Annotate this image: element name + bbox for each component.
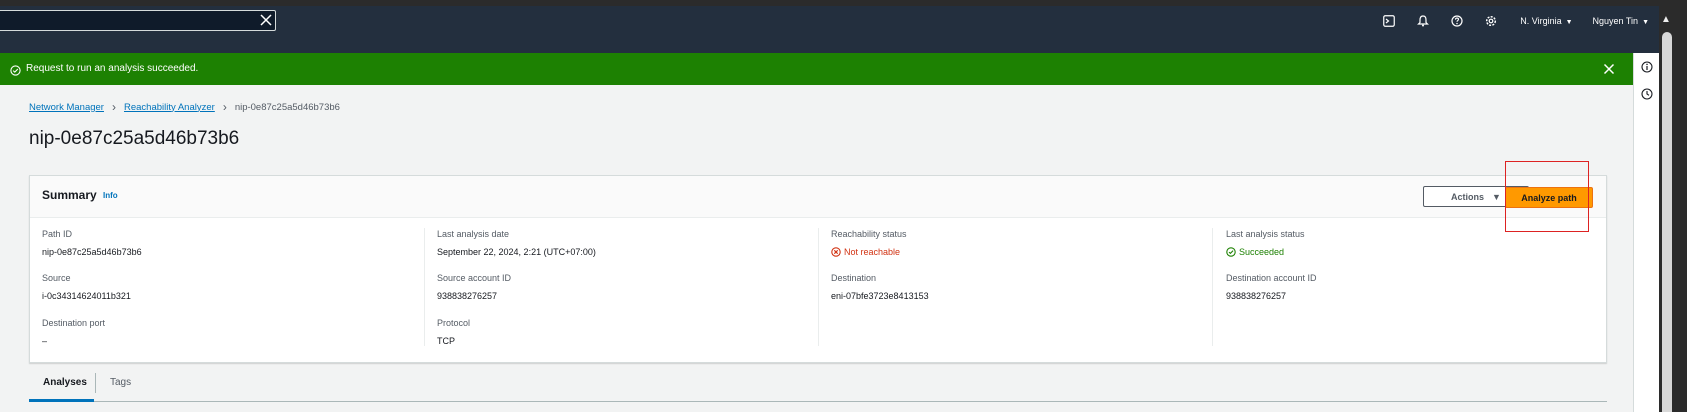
user-name: Nguyen Tin xyxy=(1592,15,1639,26)
field-label: Source account ID xyxy=(437,273,512,283)
success-check-icon xyxy=(1226,247,1236,257)
field-value: eni-07bfe3723e8413153 xyxy=(831,291,929,301)
annotation-highlight-box xyxy=(1505,161,1589,232)
tab-divider xyxy=(95,373,96,393)
field-reachability-status: Reachability status Not reachable xyxy=(831,229,907,257)
status-text: Succeeded xyxy=(1239,247,1285,257)
breadcrumb-network-manager[interactable]: Network Manager xyxy=(29,102,104,113)
status-text: Not reachable xyxy=(844,247,901,257)
field-value: – xyxy=(42,336,48,346)
field-value: 938838276257 xyxy=(1226,291,1287,301)
search-input[interactable] xyxy=(0,10,276,31)
summary-header: Summary Info Actions ▼ Analyze path xyxy=(30,176,1606,218)
field-value: nip-0e87c25a5d46b73b6 xyxy=(42,247,142,257)
field-label: Last analysis date xyxy=(437,229,510,239)
clear-search-icon[interactable] xyxy=(260,10,276,31)
browser-scrollbar[interactable]: ▲ xyxy=(1659,6,1687,412)
chevron-right-icon: › xyxy=(111,100,116,114)
field-value: September 22, 2024, 2:21 (UTC+07:00) xyxy=(437,247,596,257)
scroll-up-arrow-icon[interactable]: ▲ xyxy=(1661,14,1671,25)
field-destination-account-id: Destination account ID 938838276257 xyxy=(1226,273,1317,301)
field-last-analysis-status: Last analysis status Succeeded xyxy=(1226,229,1305,257)
right-tools-panel xyxy=(1633,53,1659,412)
field-source: Source i-0c34314624011b321 xyxy=(42,273,131,301)
settings-gear-icon[interactable] xyxy=(1474,6,1508,35)
top-navigation-bar: N. Virginia ▼ Nguyen Tin ▼ xyxy=(0,6,1687,53)
field-label: Reachability status xyxy=(831,229,907,239)
user-menu[interactable]: Nguyen Tin ▼ xyxy=(1593,16,1649,26)
field-value: TCP xyxy=(437,336,455,346)
field-label: Destination xyxy=(831,273,877,283)
info-panel-icon[interactable] xyxy=(1641,60,1653,73)
history-icon[interactable] xyxy=(1641,87,1653,100)
region-caret-icon: ▼ xyxy=(1565,18,1573,26)
summary-info-link[interactable]: Info xyxy=(103,191,118,200)
field-label: Last analysis status xyxy=(1226,229,1305,239)
column-divider xyxy=(818,228,819,346)
field-label: Path ID xyxy=(42,229,73,239)
tab-bar: Analyses Tags xyxy=(29,368,1607,402)
field-destination: Destination eni-07bfe3723e8413153 xyxy=(831,273,929,301)
scrollbar-thumb[interactable] xyxy=(1662,32,1672,412)
breadcrumb-current: nip-0e87c25a5d46b73b6 xyxy=(234,101,340,113)
field-label: Destination account ID xyxy=(1226,273,1317,283)
last-analysis-status-value: Succeeded xyxy=(1226,247,1305,257)
breadcrumb-reachability-analyzer[interactable]: Reachability Analyzer xyxy=(124,102,215,113)
user-caret-icon: ▼ xyxy=(1642,18,1649,26)
field-destination-port: Destination port – xyxy=(42,318,105,346)
page-title: nip-0e87c25a5d46b73b6 xyxy=(29,128,240,149)
field-label: Destination port xyxy=(42,318,106,328)
top-nav-actions: N. Virginia ▼ Nguyen Tin ▼ xyxy=(1372,6,1687,35)
tab-tags[interactable]: Tags xyxy=(110,377,131,388)
summary-panel: Summary Info Actions ▼ Analyze path Path… xyxy=(29,175,1607,363)
flash-message: Request to run an analysis succeeded. xyxy=(26,63,199,74)
field-last-analysis-date: Last analysis date September 22, 2024, 2… xyxy=(437,229,596,257)
breadcrumb: Network Manager › Reachability Analyzer … xyxy=(29,100,340,114)
field-value: 938838276257 xyxy=(437,291,498,301)
column-divider xyxy=(1212,228,1213,346)
column-divider xyxy=(424,228,425,346)
tab-analyses[interactable]: Analyses xyxy=(43,377,87,388)
field-path-id: Path ID nip-0e87c25a5d46b73b6 xyxy=(42,229,142,257)
dismiss-flash-icon[interactable] xyxy=(1603,62,1615,80)
region-label: N. Virginia xyxy=(1520,15,1562,26)
active-tab-indicator xyxy=(29,399,94,402)
chevron-right-icon: › xyxy=(222,100,227,114)
help-icon[interactable] xyxy=(1440,6,1474,35)
summary-title: Summary xyxy=(42,188,97,202)
region-selector[interactable]: N. Virginia ▼ xyxy=(1520,16,1572,26)
reachability-status-value: Not reachable xyxy=(831,247,907,257)
field-protocol: Protocol TCP xyxy=(437,318,470,346)
field-label: Source xyxy=(42,273,71,283)
cloudshell-icon[interactable] xyxy=(1372,6,1406,35)
caret-down-icon: ▼ xyxy=(1492,191,1501,202)
success-check-icon xyxy=(10,63,21,81)
notifications-bell-icon[interactable] xyxy=(1406,6,1440,35)
field-value: i-0c34314624011b321 xyxy=(42,291,131,301)
error-x-icon xyxy=(831,247,841,257)
actions-label: Actions xyxy=(1451,191,1485,202)
field-source-account-id: Source account ID 938838276257 xyxy=(437,273,511,301)
success-flash-banner: Request to run an analysis succeeded. xyxy=(0,53,1633,85)
field-label: Protocol xyxy=(437,318,471,328)
